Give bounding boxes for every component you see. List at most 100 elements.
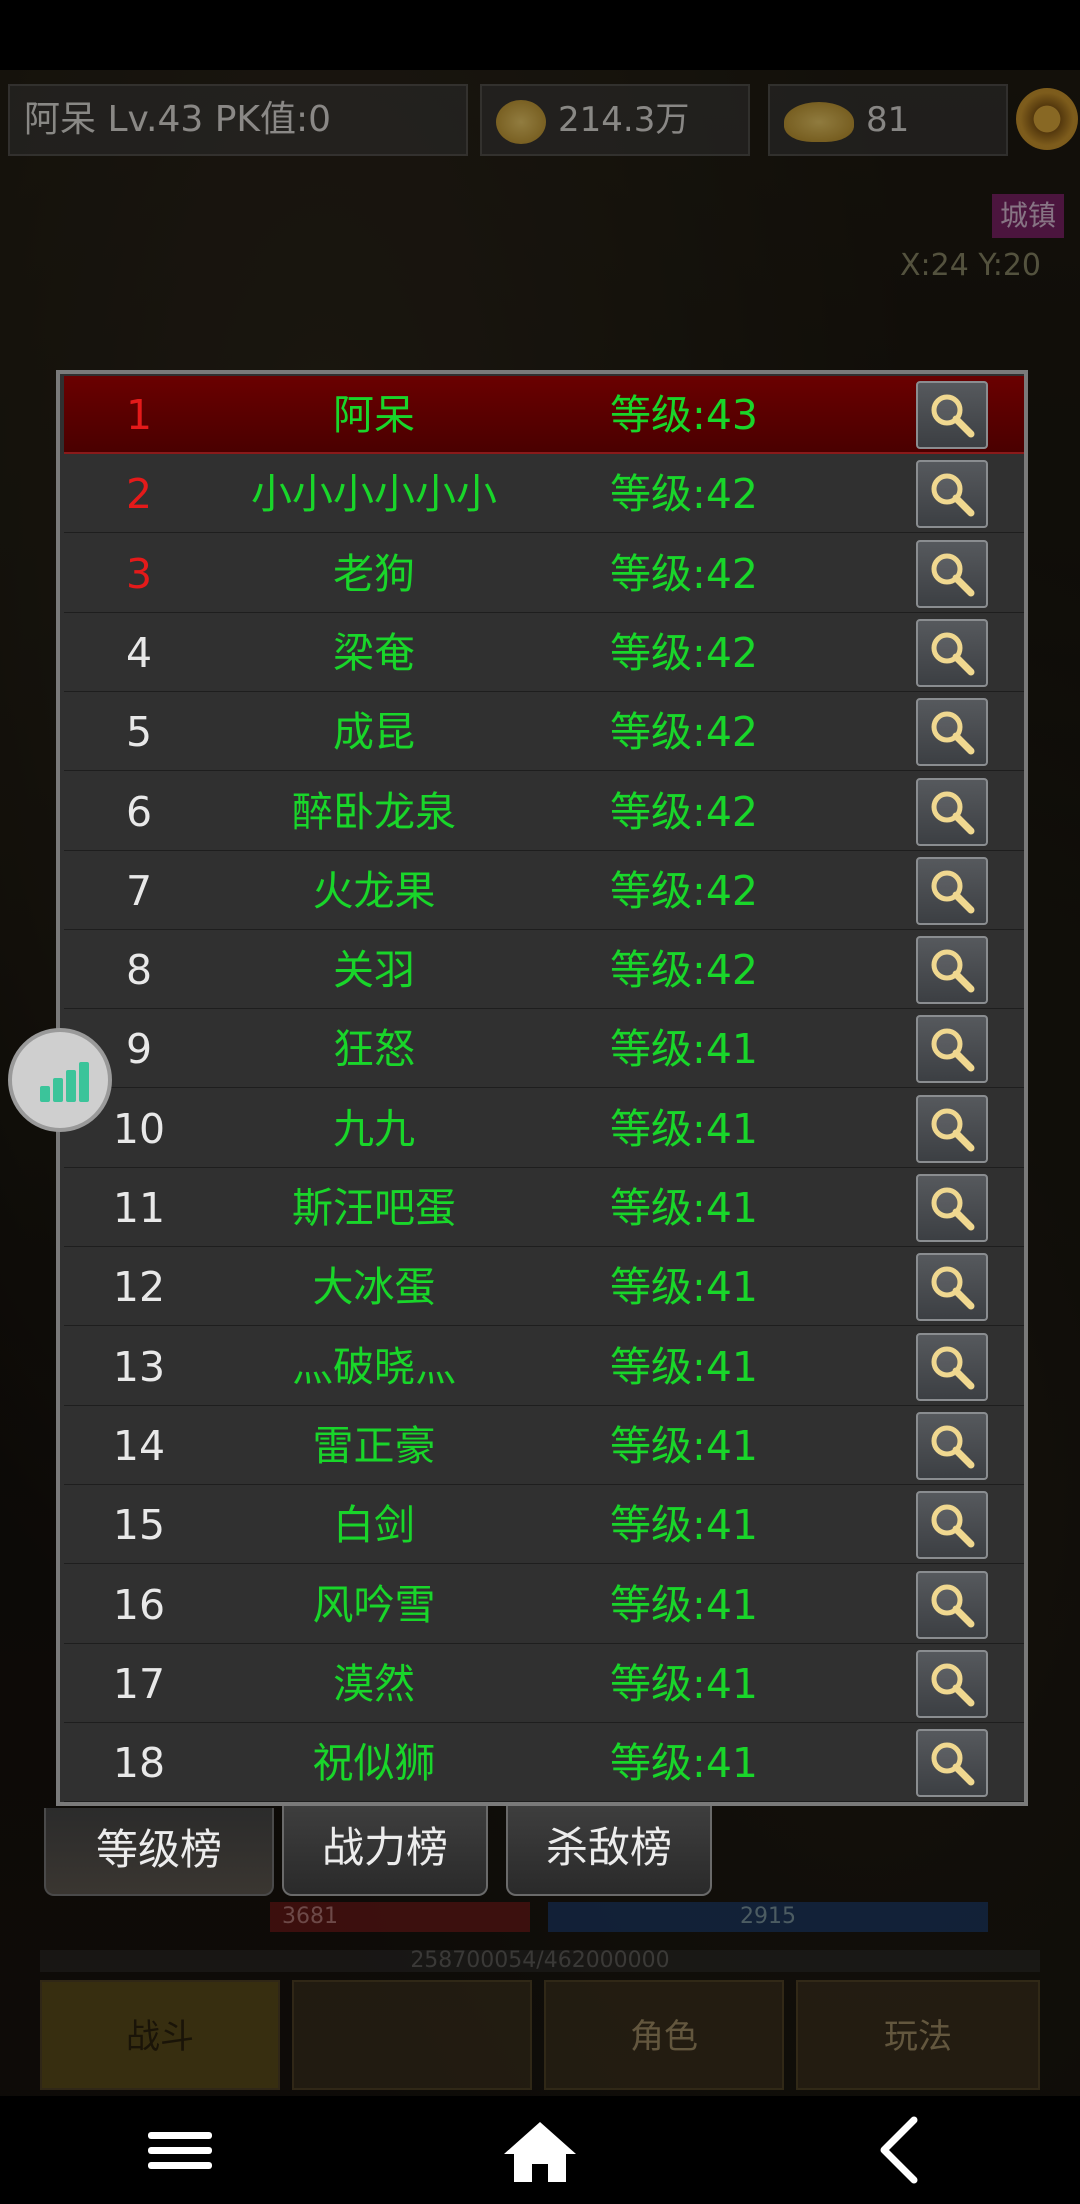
menu-slot bbox=[292, 1980, 532, 2090]
player-level: 等级:43 bbox=[610, 391, 758, 439]
top-hud: 阿呆 Lv.43 PK值:0 214.3万 81 bbox=[0, 84, 1080, 156]
player-name: 醉卧龙泉 bbox=[292, 787, 456, 836]
player-level: 等级:42 bbox=[610, 946, 758, 995]
rank-number: 16 bbox=[112, 1580, 166, 1629]
ranking-row: 6 醉卧龙泉 等级:42 bbox=[64, 773, 1024, 851]
player-name: 雷正豪 bbox=[312, 1421, 436, 1470]
ranking-row: 16 风吟雪 等级:41 bbox=[64, 1566, 1024, 1644]
ingot-display: 81 bbox=[768, 84, 1008, 156]
magnifier-icon[interactable] bbox=[916, 1332, 988, 1401]
menu-gameplay: 玩法 bbox=[796, 1980, 1040, 2090]
ranking-row: 3 老狗 等级:42 bbox=[64, 535, 1024, 613]
magnifier-icon[interactable] bbox=[916, 936, 988, 1005]
rank-number: 15 bbox=[112, 1501, 166, 1550]
player-level: 等级:41 bbox=[610, 1025, 758, 1074]
magnifier-icon[interactable] bbox=[916, 1649, 988, 1718]
player-name: 小小小小小小 bbox=[251, 470, 497, 519]
player-level: 等级:41 bbox=[610, 1580, 758, 1629]
magnifier-icon[interactable] bbox=[916, 1253, 988, 1322]
magnifier-icon[interactable] bbox=[916, 1411, 988, 1480]
exp-bar: 258700054/462000000 bbox=[40, 1950, 1040, 1972]
player-level: 等级:41 bbox=[610, 1104, 758, 1153]
rank-number: 12 bbox=[112, 1263, 166, 1312]
signal-bars-icon bbox=[40, 1062, 89, 1102]
ranking-row: 17 漠然 等级:41 bbox=[64, 1645, 1024, 1723]
mp-bar: 2915 bbox=[548, 1902, 988, 1932]
rank-number: 4 bbox=[125, 628, 153, 677]
menu-icon[interactable] bbox=[130, 2110, 230, 2190]
player-name: 九九 bbox=[333, 1104, 415, 1153]
player-level: 等级:41 bbox=[610, 1421, 758, 1470]
player-name: 大冰蛋 bbox=[312, 1263, 436, 1312]
menu-battle: 战斗 bbox=[40, 1980, 280, 2090]
player-name: 斯汪吧蛋 bbox=[292, 1184, 456, 1232]
magnifier-icon[interactable] bbox=[916, 1015, 988, 1084]
player-info: 阿呆 Lv.43 PK值:0 bbox=[8, 84, 468, 156]
ranking-row: 8 关羽 等级:42 bbox=[64, 931, 1024, 1010]
ranking-row: 18 祝似狮 等级:41 bbox=[64, 1724, 1024, 1802]
rank-number: 3 bbox=[125, 549, 153, 598]
ranking-row: 13 灬破晓灬 等级:41 bbox=[64, 1328, 1024, 1406]
player-name: 老狗 bbox=[333, 549, 415, 598]
player-level: 等级:42 bbox=[610, 628, 758, 677]
gold-coin-icon bbox=[496, 99, 546, 144]
magnifier-icon[interactable] bbox=[916, 460, 988, 529]
player-name: 火龙果 bbox=[312, 866, 436, 915]
player-name: 梁奄 bbox=[333, 628, 415, 677]
player-name: 白剑 bbox=[333, 1501, 415, 1550]
player-level: 等级:41 bbox=[610, 1659, 758, 1708]
settings-gear-icon[interactable] bbox=[1016, 88, 1078, 150]
magnifier-icon[interactable] bbox=[916, 856, 988, 925]
rank-number: 2 bbox=[125, 470, 153, 519]
player-level: 等级:41 bbox=[610, 1501, 758, 1550]
ingot-icon bbox=[784, 101, 854, 142]
gold-amount: 214.3万 bbox=[558, 100, 690, 140]
ranking-row: 9 狂怒 等级:41 bbox=[64, 1010, 1024, 1089]
magnifier-icon[interactable] bbox=[916, 381, 988, 449]
rank-number: 1 bbox=[125, 391, 153, 439]
rank-number: 13 bbox=[112, 1342, 166, 1391]
player-level: 等级:42 bbox=[610, 866, 758, 915]
ranking-row: 10 九九 等级:41 bbox=[64, 1090, 1024, 1168]
tab-level-ranking[interactable]: 等级榜 bbox=[44, 1808, 274, 1896]
player-level: 等级:42 bbox=[610, 708, 758, 757]
player-level: 等级:41 bbox=[610, 1739, 758, 1788]
magnifier-icon[interactable] bbox=[916, 777, 988, 846]
tab-kills-ranking[interactable]: 杀敌榜 bbox=[506, 1806, 712, 1896]
rank-number: 14 bbox=[112, 1421, 166, 1470]
magnifier-icon[interactable] bbox=[916, 1094, 988, 1163]
player-name: 漠然 bbox=[333, 1659, 415, 1708]
player-level: 等级:42 bbox=[610, 787, 758, 836]
magnifier-icon[interactable] bbox=[916, 1491, 988, 1560]
rank-number: 11 bbox=[112, 1184, 166, 1232]
floating-assist-button[interactable] bbox=[8, 1028, 112, 1132]
magnifier-icon[interactable] bbox=[916, 1729, 988, 1798]
ranking-row: 12 大冰蛋 等级:41 bbox=[64, 1248, 1024, 1327]
player-name: 灬破晓灬 bbox=[292, 1342, 456, 1391]
back-icon[interactable] bbox=[852, 2110, 952, 2190]
magnifier-icon[interactable] bbox=[916, 539, 988, 608]
magnifier-icon[interactable] bbox=[916, 1174, 988, 1242]
ranking-row: 2 小小小小小小 等级:42 bbox=[64, 455, 1024, 534]
rank-number: 17 bbox=[112, 1659, 166, 1708]
rank-number: 8 bbox=[125, 946, 153, 995]
ranking-panel[interactable]: 1 阿呆 等级:43 2 小小小小小小 等级:42 3 老狗 等级:42 4 梁奄 等级:42 5 成昆等… bbox=[56, 370, 1028, 1806]
magnifier-icon[interactable] bbox=[916, 618, 988, 687]
magnifier-icon[interactable] bbox=[916, 1570, 988, 1639]
rank-number: 10 bbox=[112, 1104, 166, 1153]
gold-display: 214.3万 bbox=[480, 84, 750, 156]
ranking-row: 14 雷正豪 等级:41 bbox=[64, 1407, 1024, 1485]
ranking-row: 11 斯汪吧蛋 等级:41 bbox=[64, 1169, 1024, 1247]
home-icon[interactable] bbox=[490, 2110, 590, 2190]
ranking-row: 5 成昆 等级:42 bbox=[64, 693, 1024, 772]
magnifier-icon[interactable] bbox=[916, 698, 988, 767]
rank-number: 7 bbox=[125, 866, 153, 915]
tab-power-ranking[interactable]: 战力榜 bbox=[282, 1806, 488, 1896]
player-level: 等级:42 bbox=[610, 470, 758, 519]
ranking-row: 7 火龙果 等级:42 bbox=[64, 852, 1024, 930]
map-coordinates: X:24 Y:20 bbox=[900, 248, 1041, 283]
ranking-row: 1 阿呆 等级:43 bbox=[64, 376, 1024, 454]
rank-number: 6 bbox=[125, 787, 153, 836]
map-zone-tag: 城镇 bbox=[992, 194, 1064, 238]
player-level: 等级:42 bbox=[610, 549, 758, 598]
